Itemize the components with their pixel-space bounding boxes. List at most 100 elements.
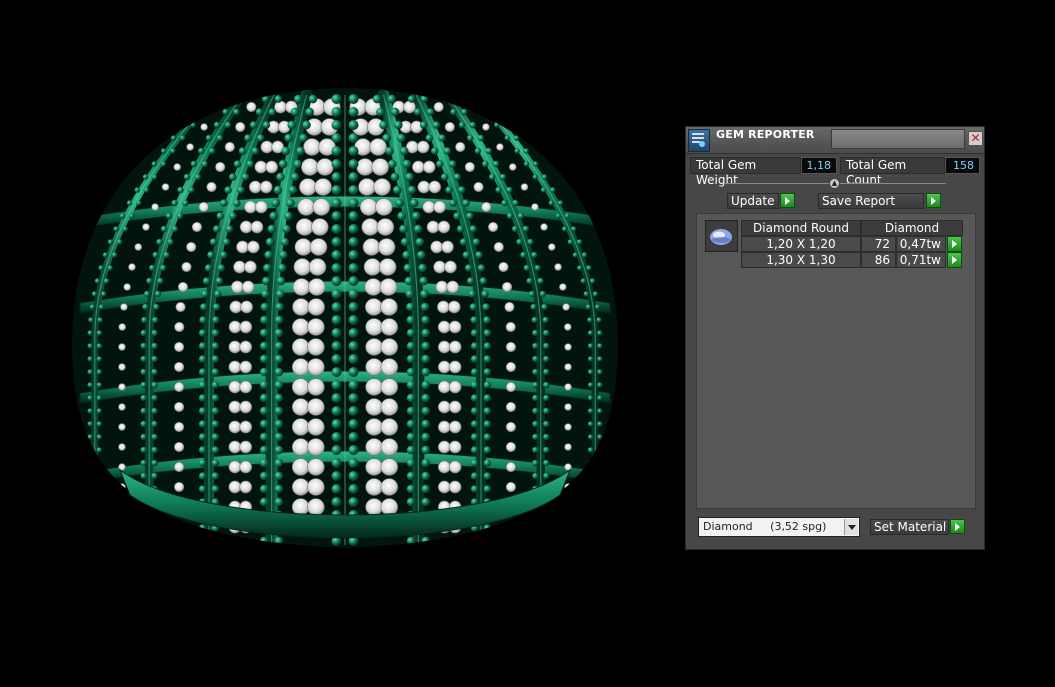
close-icon[interactable]: ✕ <box>968 131 983 146</box>
bead <box>153 303 160 311</box>
gem <box>142 223 150 231</box>
update-play-icon[interactable] <box>780 193 795 208</box>
bead <box>156 238 163 246</box>
bead <box>146 277 153 285</box>
bead <box>539 290 547 298</box>
gem <box>134 243 142 251</box>
bead <box>87 499 93 505</box>
gem <box>448 400 462 414</box>
bead <box>211 472 220 480</box>
bead <box>151 459 158 467</box>
bead <box>140 433 147 441</box>
bead <box>406 458 416 468</box>
gem <box>239 320 253 334</box>
gem <box>311 218 329 236</box>
bead <box>87 538 93 544</box>
gem <box>504 301 515 313</box>
save-report-button[interactable]: Save Report <box>818 193 924 209</box>
bead <box>151 446 158 454</box>
material-select[interactable]: Diamond (3,52 spg) <box>698 517 860 537</box>
bead <box>583 291 589 297</box>
bead <box>255 108 264 116</box>
bead <box>571 226 577 232</box>
title-tab[interactable] <box>831 129 965 149</box>
bead <box>209 238 218 246</box>
gem <box>295 218 314 236</box>
gem <box>291 478 310 496</box>
bead <box>379 120 388 130</box>
gem <box>447 300 461 314</box>
bead <box>421 536 431 546</box>
gem <box>455 141 466 153</box>
save-report-play-icon[interactable] <box>926 193 941 208</box>
bead <box>211 368 220 376</box>
bead <box>483 381 492 389</box>
gem <box>200 123 208 131</box>
bead <box>387 159 397 169</box>
bead <box>263 263 272 273</box>
dropdown-arrow-icon[interactable] <box>844 519 858 535</box>
set-material-button[interactable]: Set Material <box>870 519 949 535</box>
bead <box>96 421 103 427</box>
update-button[interactable]: Update <box>727 193 779 209</box>
bead <box>402 250 411 260</box>
bead <box>470 420 479 428</box>
gem <box>365 358 383 376</box>
gem <box>174 381 185 393</box>
row-select-play-icon[interactable] <box>947 236 962 252</box>
bead <box>229 212 237 220</box>
bead <box>532 446 539 454</box>
gem <box>239 340 253 354</box>
gem <box>559 283 567 291</box>
gem <box>505 361 516 373</box>
row-size: 1,20 X 1,20 <box>741 236 861 252</box>
bead <box>87 460 93 466</box>
bead <box>406 471 416 481</box>
bead <box>251 147 260 155</box>
bead <box>587 369 594 375</box>
gem-thumbnail-icon[interactable] <box>705 220 738 252</box>
bead <box>516 238 523 246</box>
gem <box>181 261 192 273</box>
set-material-play-icon[interactable] <box>950 519 965 534</box>
bead <box>587 408 594 414</box>
gem <box>307 478 325 496</box>
bead <box>597 512 603 518</box>
panel-titlebar[interactable]: GEM REPORTER ✕ <box>686 127 984 154</box>
bead <box>262 121 271 129</box>
gem <box>505 421 516 433</box>
bead <box>587 473 594 479</box>
bead <box>557 200 564 206</box>
chevron-up-icon[interactable]: ▲ <box>829 178 840 189</box>
gem <box>378 258 397 276</box>
gem <box>564 323 572 331</box>
bead <box>468 290 476 298</box>
bead <box>87 512 93 518</box>
bead <box>87 525 93 531</box>
bead <box>348 406 359 416</box>
bead <box>96 343 103 349</box>
gem <box>239 360 253 374</box>
gem <box>448 480 462 494</box>
gem <box>505 321 516 333</box>
gem <box>441 240 454 254</box>
gem <box>307 438 325 456</box>
bead <box>587 421 594 427</box>
gem <box>174 441 185 453</box>
row-count: 72 <box>861 236 896 252</box>
bead <box>348 380 359 390</box>
bead <box>597 421 603 427</box>
gem <box>365 378 383 396</box>
bead <box>597 395 603 401</box>
gem <box>562 303 570 311</box>
panel-title: GEM REPORTER <box>716 128 815 141</box>
gem-reporter-panel: GEM REPORTER ✕ Total Gem Weight 1,18 Tot… <box>685 126 985 550</box>
gem <box>174 361 185 373</box>
gem <box>239 480 253 494</box>
bead <box>532 511 539 519</box>
gem <box>239 460 253 474</box>
gem <box>291 338 310 356</box>
gem <box>118 483 126 491</box>
gem <box>239 380 253 394</box>
row-select-play-icon[interactable] <box>947 252 962 268</box>
